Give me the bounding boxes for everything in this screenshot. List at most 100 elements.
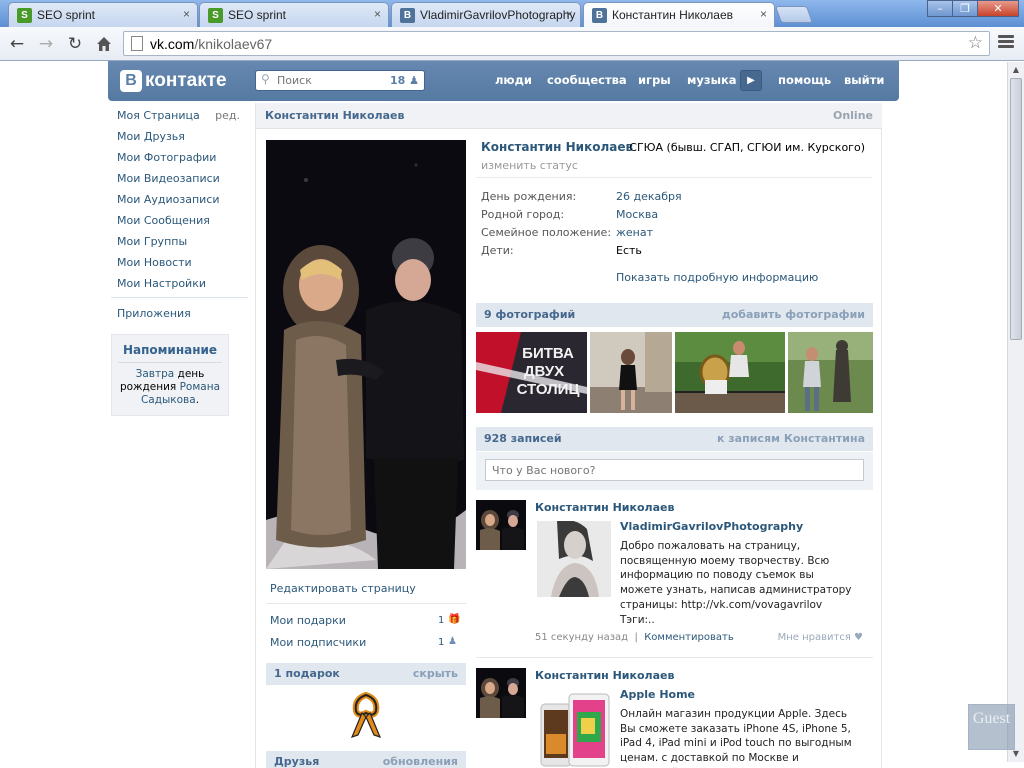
menu-photos[interactable]: Мои Фотографии [111,147,248,168]
photo-thumbnail[interactable] [675,332,785,413]
tab-title: Константин Николаев [612,8,734,22]
gifts-hide-link[interactable]: скрыть [413,667,458,680]
menu-apps[interactable]: Приложения [111,303,248,324]
forward-arrow-icon[interactable]: → [35,33,57,55]
nav-music[interactable]: музыка [687,73,737,87]
minimize-button[interactable]: – [927,0,953,17]
post-author-name[interactable]: Константин Николаев [535,501,674,514]
menu-friends[interactable]: Мои Друзья [111,126,248,147]
gifts-block-title[interactable]: 1 подарок [274,667,340,680]
add-photos-link[interactable]: добавить фотографии [722,308,865,321]
wall-posts-count[interactable]: 928 записей [484,432,562,445]
post-time[interactable]: 51 секунду назад [535,632,628,643]
browser-tab[interactable]: S SEO sprint × [199,2,389,27]
menu-settings[interactable]: Мои Настройки [111,273,248,294]
photos-block-title[interactable]: 9 фотографий [484,308,575,321]
post-link-title[interactable]: Apple Home [620,688,695,701]
menu-news[interactable]: Мои Новости [111,252,248,273]
browser-tabstrip: S SEO sprint × S SEO sprint × B Vladimir… [0,0,1024,28]
my-gifts-link[interactable]: Мои подарки [270,614,346,627]
new-tab-button[interactable] [774,6,814,23]
post-link-title[interactable]: VladimirGavrilovPhotography [620,520,803,533]
menu-groups[interactable]: Мои Группы [111,231,248,252]
vk-logo-icon: B [120,70,142,92]
seo-sprint-favicon-icon: S [17,8,32,23]
profile-university[interactable]: СГЮА (бывш. СГАП, СГЮИ им. Курского) [629,141,865,154]
info-value-hometown[interactable]: Москва [616,208,658,221]
edit-page-link[interactable]: Редактировать страницу [270,582,416,595]
window-close-button[interactable]: ✕ [977,0,1019,17]
maximize-button[interactable]: ❐ [952,0,978,17]
browser-tab[interactable]: S SEO sprint × [8,2,198,27]
nav-communities[interactable]: сообщества [547,73,627,87]
wall-compose-field[interactable] [485,459,864,481]
browser-toolbar: ← → ↻ vk.com/knikolaev67 ☆ [0,27,1024,61]
search-input[interactable] [277,73,377,88]
nav-people[interactable]: люди [495,73,532,87]
post-author-avatar[interactable] [476,500,526,550]
search-people-count[interactable]: 18 ♟ [390,74,419,87]
post-meta: 51 секунду назад | Комментировать [535,632,734,643]
vk-search-box[interactable]: ⚲ 18 ♟ [255,70,425,91]
profile-avatar[interactable] [266,140,466,569]
music-play-icon[interactable]: ▶ [740,70,762,91]
friends-block-header: Друзья обновления [266,751,466,768]
vk-logo[interactable]: B контакте [120,70,227,92]
guest-overlay-badge[interactable]: Guest [968,704,1015,750]
info-value-birthday[interactable]: 26 декабря [616,190,682,203]
to-posts-link[interactable]: к записям Константина [717,432,865,445]
bookmark-star-icon[interactable]: ☆ [968,33,983,53]
like-button[interactable]: Мне нравится ♥ [778,632,863,643]
url-text[interactable]: vk.com/knikolaev67 [150,36,272,52]
my-subscribers-link[interactable]: Мои подписчики [270,636,366,649]
browser-tab-active[interactable]: B Константин Николаев × [583,2,775,28]
photo-thumbnail[interactable]: БИТВА ДВУХ СТОЛИЦ [476,332,587,413]
menu-audio[interactable]: Мои Аудиозаписи [111,189,248,210]
gift-icon: 🎁 [448,614,461,625]
profile-bar-name: Константин Николаев [265,109,405,122]
menu-videos[interactable]: Мои Видеозаписи [111,168,248,189]
nav-help[interactable]: помощь [778,73,831,87]
post-attachment-image[interactable] [537,521,611,597]
menu-my-page[interactable]: Моя Страница ред. [111,105,248,126]
post-author-avatar[interactable] [476,668,526,718]
close-icon[interactable]: × [760,7,767,21]
browser-tab[interactable]: B VladimirGavrilovPhotography × [391,2,581,27]
page-scrollbar[interactable]: ▲ ▼ [1007,62,1024,762]
friends-block-title[interactable]: Друзья [274,755,319,768]
st-george-ribbon-gift-icon[interactable] [344,691,388,741]
tab-title: SEO sprint [37,8,96,22]
nav-logout[interactable]: выйти [844,73,884,87]
reload-icon[interactable]: ↻ [64,33,86,55]
menu-edit-link[interactable]: ред. [215,105,240,126]
home-icon[interactable] [93,33,115,55]
show-more-info-link[interactable]: Показать подробную информацию [616,271,818,284]
back-arrow-icon[interactable]: ← [6,33,28,55]
photo-thumbnail[interactable] [788,332,873,413]
post-text: Онлайн магазин продукции Apple. Здесь Вы… [620,708,852,768]
post-attachment-image[interactable] [537,690,611,768]
menu-messages[interactable]: Мои Сообщения [111,210,248,231]
vk-favicon-icon: B [592,8,607,23]
info-value-relationship[interactable]: женат [616,226,653,239]
vk-header: B контакте ⚲ 18 ♟ люди сообщества игры м… [108,61,899,101]
nav-games[interactable]: игры [638,73,671,87]
vk-logo-text: контакте [145,70,227,91]
close-icon[interactable]: × [183,7,190,21]
wall-post-input[interactable] [486,460,863,480]
friends-updates-link[interactable]: обновления [383,755,458,768]
info-label-birthday: День рождения: [481,190,577,203]
post-author-name[interactable]: Константин Николаев [535,669,674,682]
comment-link[interactable]: Комментировать [644,632,734,643]
gifts-block-header: 1 подарок скрыть [266,663,466,685]
browser-menu-icon[interactable] [998,35,1014,51]
close-icon[interactable]: × [566,7,573,21]
profile-title-bar: Константин Николаев Online [256,103,882,129]
change-status-link[interactable]: изменить статус [481,159,578,172]
photo-thumbnail[interactable] [590,332,672,413]
scroll-up-icon[interactable]: ▲ [1008,62,1024,78]
close-icon[interactable]: × [374,7,381,21]
address-bar[interactable]: vk.com/knikolaev67 ☆ [123,31,990,56]
scroll-thumb[interactable] [1010,78,1022,340]
menu-divider [111,297,248,298]
